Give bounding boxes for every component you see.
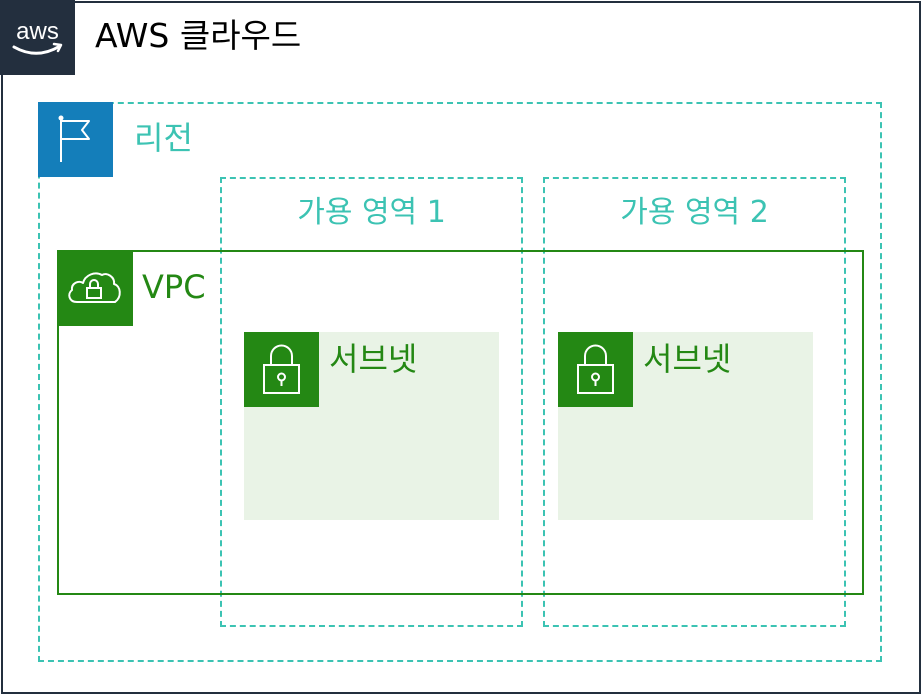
cloud-lock-icon [57,250,133,326]
vpc-label: VPC [142,268,206,306]
aws-logo-icon: aws [12,18,63,55]
subnet-1-label: 서브넷 [329,340,418,378]
availability-zone-1-label: 가용 영역 1 [297,195,446,230]
region-label: 리전 [134,119,193,157]
padlock-icon [558,332,633,407]
aws-logo: aws [0,0,75,75]
subnet-2-label: 서브넷 [643,340,732,378]
aws-logo-text: aws [16,18,59,45]
availability-zone-2-label: 가용 영역 2 [620,195,769,230]
flag-icon [38,102,113,177]
cloud-title: AWS 클라우드 [95,16,302,55]
padlock-icon [244,332,319,407]
